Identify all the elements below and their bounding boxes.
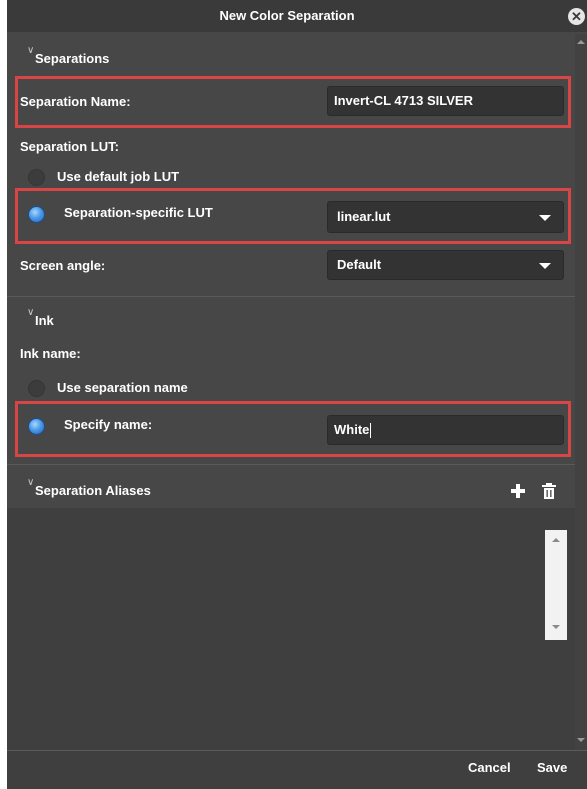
trash-icon[interactable] [541, 483, 557, 499]
ink-header-label: Ink [35, 313, 54, 328]
scroll-up-icon[interactable] [577, 40, 585, 44]
separation-name-value: Invert-CL 4713 SILVER [334, 93, 473, 108]
title-bar: New Color Separation ✕ [7, 0, 587, 32]
separation-name-label: Separation Name: [20, 94, 131, 109]
separation-lut-label: Separation LUT: [20, 139, 119, 154]
radio-specific-lut[interactable] [28, 206, 45, 223]
section-divider [7, 296, 575, 297]
screen-angle-value: Default [337, 257, 382, 272]
lut-select[interactable]: linear.lut [327, 201, 564, 233]
radio-specify-name[interactable] [28, 418, 45, 435]
plus-icon[interactable] [511, 484, 525, 498]
close-icon[interactable]: ✕ [568, 8, 585, 25]
chevron-down-icon: ∨ [27, 45, 35, 56]
use-separation-name-label[interactable]: Use separation name [57, 380, 188, 395]
specify-name-label[interactable]: Specify name: [64, 417, 152, 432]
separations-section-header[interactable]: ∨ Separations [7, 42, 575, 72]
chevron-down-icon: ∨ [27, 477, 35, 488]
lut-select-value: linear.lut [337, 209, 391, 224]
ink-name-input[interactable]: White [327, 415, 564, 445]
aliases-list[interactable] [7, 508, 575, 750]
save-button[interactable]: Save [537, 760, 567, 775]
section-divider [7, 464, 575, 465]
scroll-down-icon[interactable] [552, 625, 560, 629]
chevron-down-icon: ∨ [27, 307, 35, 318]
dropdown-arrow-icon [539, 263, 551, 269]
radio-default-lut[interactable] [28, 169, 45, 186]
screen-angle-select[interactable]: Default [327, 250, 564, 280]
ink-name-value: White [334, 422, 370, 437]
aliases-header-label: Separation Aliases [35, 483, 151, 498]
ink-name-label: Ink name: [20, 346, 81, 361]
separation-name-input[interactable]: Invert-CL 4713 SILVER [327, 86, 564, 116]
text-caret [370, 423, 372, 439]
scroll-up-icon[interactable] [552, 538, 560, 542]
separations-header-label: Separations [35, 51, 110, 66]
cancel-button[interactable]: Cancel [468, 760, 511, 775]
aliases-scrollbar[interactable] [545, 530, 567, 640]
screen-angle-label: Screen angle: [20, 258, 106, 273]
scroll-down-icon[interactable] [577, 738, 585, 742]
specific-lut-label[interactable]: Separation-specific LUT [64, 205, 213, 220]
dialog-footer: Cancel Save [7, 750, 587, 789]
radio-use-separation-name[interactable] [28, 380, 45, 397]
dialog-scrollbar[interactable] [575, 34, 587, 750]
dialog-title: New Color Separation [219, 8, 355, 23]
ink-section-header[interactable]: ∨ Ink [7, 304, 575, 334]
aliases-section-header[interactable]: ∨ Separation Aliases [7, 474, 575, 504]
new-color-separation-dialog: New Color Separation ✕ ∨ Separations Sep… [7, 0, 587, 789]
default-lut-label[interactable]: Use default job LUT [57, 169, 179, 184]
dropdown-arrow-icon [539, 215, 551, 221]
